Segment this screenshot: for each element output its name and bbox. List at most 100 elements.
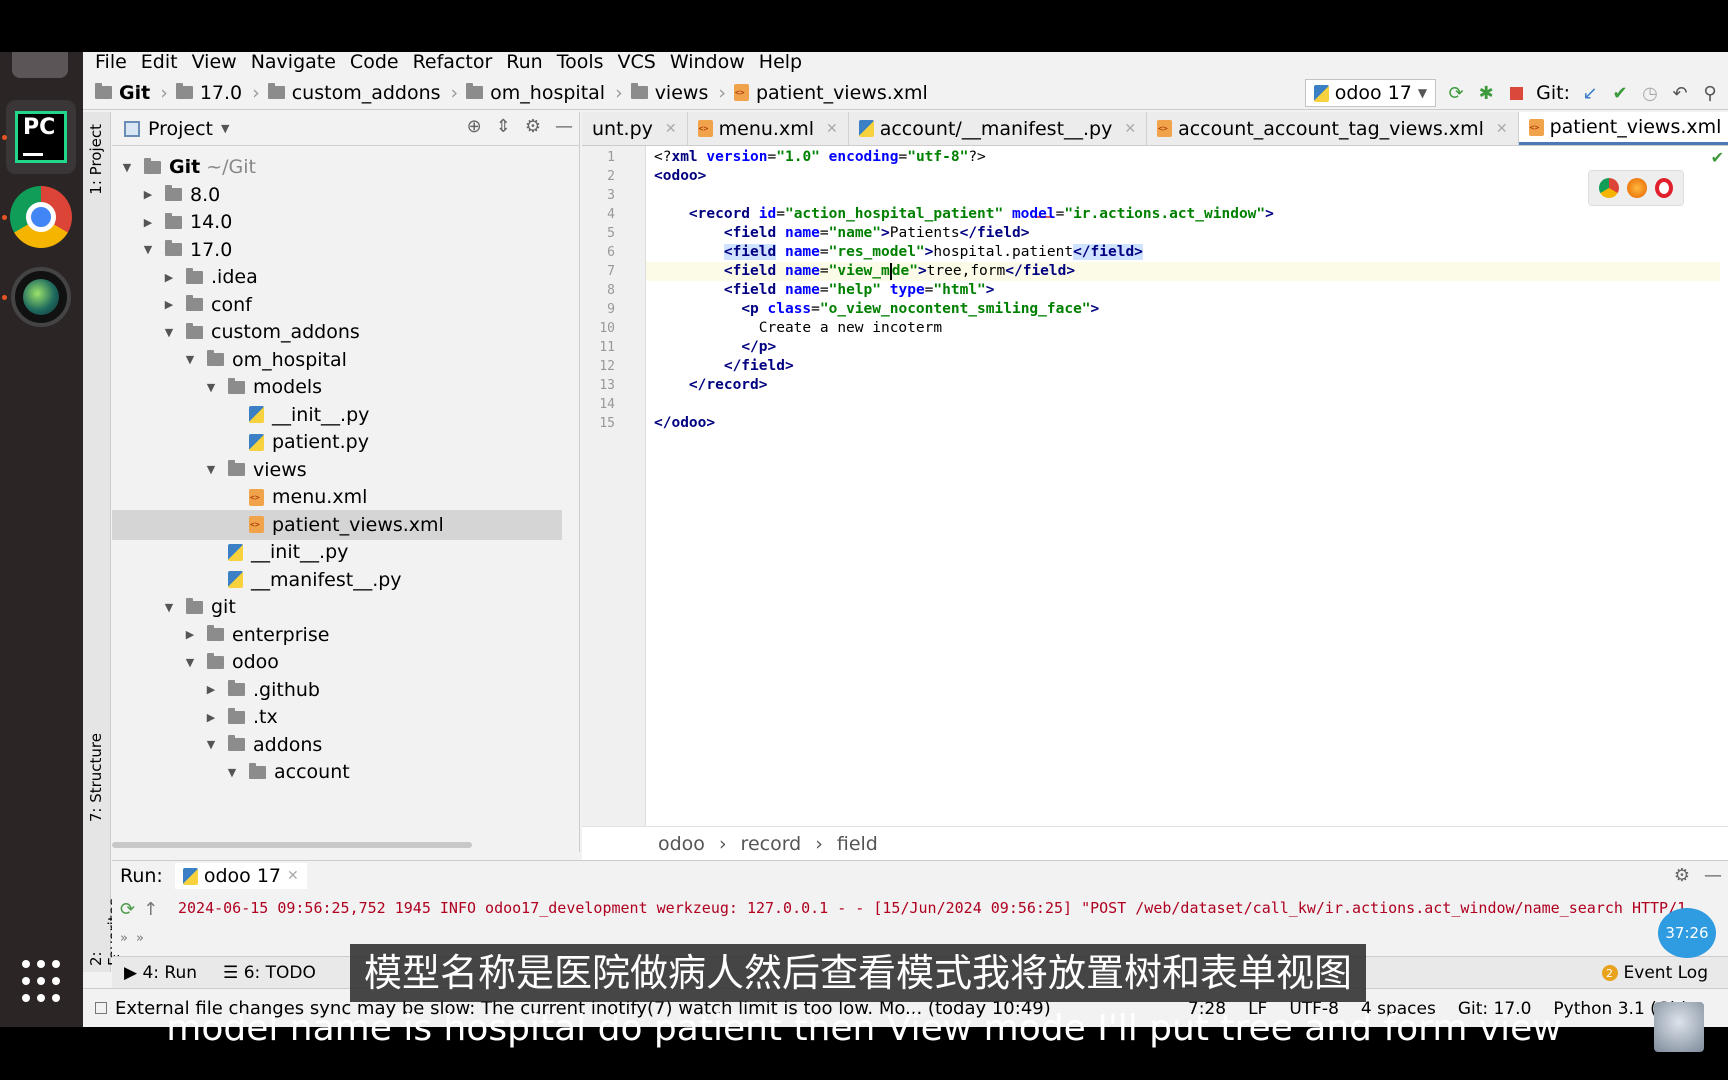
git-rollback-icon[interactable]: ↶ xyxy=(1670,83,1690,104)
tree-item[interactable]: ▼ views xyxy=(112,455,562,485)
run-tool-tab[interactable]: ▶ 4: Run xyxy=(124,963,197,983)
chevron-down-icon[interactable]: ▼ xyxy=(204,463,218,476)
tree-item[interactable]: patient.py xyxy=(112,427,562,457)
chevron-right-icon[interactable]: ▶ xyxy=(141,188,155,201)
tree-item[interactable]: __manifest__.py xyxy=(112,565,562,595)
breadcrumb-field[interactable]: field xyxy=(837,833,878,855)
menu-run[interactable]: Run xyxy=(502,52,546,74)
crumb-custom-addons[interactable]: custom_addons xyxy=(267,82,441,104)
editor-tab[interactable]: account/__manifest__.py ✕ xyxy=(849,112,1148,145)
tree-item[interactable]: ▶ conf xyxy=(112,290,562,320)
tree-item[interactable]: ▶ 14.0 xyxy=(112,207,562,237)
chevron-down-icon[interactable]: ▼ xyxy=(204,381,218,394)
tree-item[interactable]: ▶ .github xyxy=(112,675,562,705)
more-icon[interactable]: » xyxy=(120,931,128,949)
tree-item[interactable]: ▼ models xyxy=(112,372,562,402)
close-icon[interactable]: ✕ xyxy=(287,868,299,884)
tree-item[interactable]: ▼ odoo xyxy=(112,647,562,677)
search-icon[interactable]: ⚲ xyxy=(1700,83,1720,104)
chevron-down-icon[interactable]: ▼ xyxy=(120,161,134,174)
project-tool-tab[interactable]: 1: Project xyxy=(85,118,107,201)
editor-tab[interactable]: unt.py ✕ xyxy=(582,112,688,145)
hide-icon[interactable]: — xyxy=(555,116,573,137)
chevron-down-icon[interactable]: ▼ xyxy=(141,243,155,256)
code-editor[interactable]: 1 2 3 4 5 6 7 8 9 10 11 12 13 14 15 <?xml version="1.0… xyxy=(582,146,1728,826)
chevron-down-icon[interactable]: ▼ xyxy=(221,122,229,135)
tree-item[interactable]: ▶ .tx xyxy=(112,702,562,732)
tree-item[interactable]: ▼ addons xyxy=(112,730,562,760)
git-update-icon[interactable]: ↙ xyxy=(1580,83,1600,104)
firefox-icon[interactable] xyxy=(1627,178,1647,198)
editor-tab[interactable]: menu.xml ✕ xyxy=(688,112,849,145)
tree-item[interactable]: ▶ enterprise xyxy=(112,620,562,650)
close-icon[interactable]: ✕ xyxy=(665,121,677,137)
gear-icon[interactable]: ⚙ xyxy=(525,116,541,137)
menu-window[interactable]: Window xyxy=(666,52,749,74)
tree-item[interactable]: __init__.py xyxy=(112,400,562,430)
run-tab-odoo[interactable]: odoo 17 ✕ xyxy=(174,863,307,889)
tree-item[interactable]: ▼ custom_addons xyxy=(112,317,562,347)
event-log-tab[interactable]: 2 Event Log xyxy=(1601,957,1708,989)
tree-item[interactable]: ▼ Git ~/Git xyxy=(112,152,562,182)
editor-tab[interactable]: patient_views.xml✕ xyxy=(1518,112,1728,145)
chevron-down-icon[interactable]: ▼ xyxy=(162,326,176,339)
up-arrow-icon[interactable]: ↑ xyxy=(143,899,158,923)
chevron-down-icon[interactable]: ▼ xyxy=(204,738,218,751)
collapse-all-icon[interactable]: ⇕ xyxy=(496,116,511,137)
crumb-om-hospital[interactable]: om_hospital xyxy=(466,82,605,104)
menu-view[interactable]: View xyxy=(188,52,241,74)
tree-item[interactable]: ▼ account xyxy=(112,757,562,787)
opera-icon[interactable] xyxy=(1655,178,1673,198)
debug-icon[interactable]: ✱ xyxy=(1476,83,1496,104)
git-history-icon[interactable]: ◷ xyxy=(1640,83,1660,104)
menu-code[interactable]: Code xyxy=(346,52,403,74)
chrome-icon[interactable] xyxy=(8,184,74,250)
rerun-icon[interactable]: ⟳ xyxy=(120,899,135,923)
crumb-17[interactable]: 17.0 xyxy=(175,82,242,104)
show-applications-icon[interactable] xyxy=(22,960,60,1004)
menu-vcs[interactable]: VCS xyxy=(614,52,660,74)
chrome-icon[interactable] xyxy=(1599,178,1619,198)
run-config-select[interactable]: odoo 17 ▼ xyxy=(1304,79,1437,107)
git-commit-icon[interactable]: ✔ xyxy=(1610,83,1630,104)
menu-tools[interactable]: Tools xyxy=(553,52,608,74)
todo-tool-tab[interactable]: ☰ 6: TODO xyxy=(223,963,316,983)
chevron-right-icon[interactable]: ▶ xyxy=(183,628,197,641)
structure-tool-tab[interactable]: 7: Structure xyxy=(85,727,107,828)
tree-item[interactable]: patient_views.xml xyxy=(112,509,562,540)
crumb-views[interactable]: views xyxy=(630,82,708,104)
chevron-right-icon[interactable]: ▶ xyxy=(141,216,155,229)
locate-icon[interactable]: ⊕ xyxy=(467,116,482,137)
menu-help[interactable]: Help xyxy=(755,52,806,74)
menu-navigate[interactable]: Navigate xyxy=(247,52,340,74)
chevron-right-icon[interactable]: ▶ xyxy=(162,271,176,284)
chevron-down-icon[interactable]: ▼ xyxy=(183,353,197,366)
rerun-icon[interactable]: ⟳ xyxy=(1446,83,1466,104)
tree-item[interactable]: ▶ .idea xyxy=(112,262,562,292)
crumb-git[interactable]: Git xyxy=(95,82,150,104)
inspection-ok-icon[interactable]: ✔ xyxy=(1711,148,1724,167)
editor-tab[interactable]: account_account_tag_views.xml ✕ xyxy=(1147,112,1519,145)
crumb-patient-views[interactable]: patient_views.xml xyxy=(733,82,928,104)
chevron-right-icon[interactable]: ▶ xyxy=(204,711,218,724)
stop-icon[interactable] xyxy=(1506,83,1526,103)
chevron-down-icon[interactable]: ▼ xyxy=(225,766,239,779)
more-icon[interactable]: » xyxy=(136,931,144,949)
menu-edit[interactable]: Edit xyxy=(137,52,182,74)
tree-item[interactable]: ▼ git xyxy=(112,592,562,622)
minimize-icon[interactable]: — xyxy=(1704,865,1722,886)
menu-file[interactable]: File xyxy=(91,52,131,74)
gear-icon[interactable]: ⚙ xyxy=(1674,865,1690,886)
horizontal-scrollbar[interactable] xyxy=(112,842,472,848)
close-icon[interactable]: ✕ xyxy=(1124,121,1136,137)
breadcrumb-record[interactable]: record xyxy=(741,833,802,855)
chevron-down-icon[interactable]: ▼ xyxy=(162,601,176,614)
tree-item[interactable]: __init__.py xyxy=(112,537,562,567)
project-view-select[interactable]: Project xyxy=(148,118,213,140)
camera-app-icon[interactable] xyxy=(8,264,74,330)
tree-item[interactable]: ▼ 17.0 xyxy=(112,235,562,265)
chevron-right-icon[interactable]: ▶ xyxy=(204,683,218,696)
chevron-down-icon[interactable]: ▼ xyxy=(183,656,197,669)
breadcrumb-odoo[interactable]: odoo xyxy=(658,833,705,855)
chevron-right-icon[interactable]: ▶ xyxy=(162,298,176,311)
